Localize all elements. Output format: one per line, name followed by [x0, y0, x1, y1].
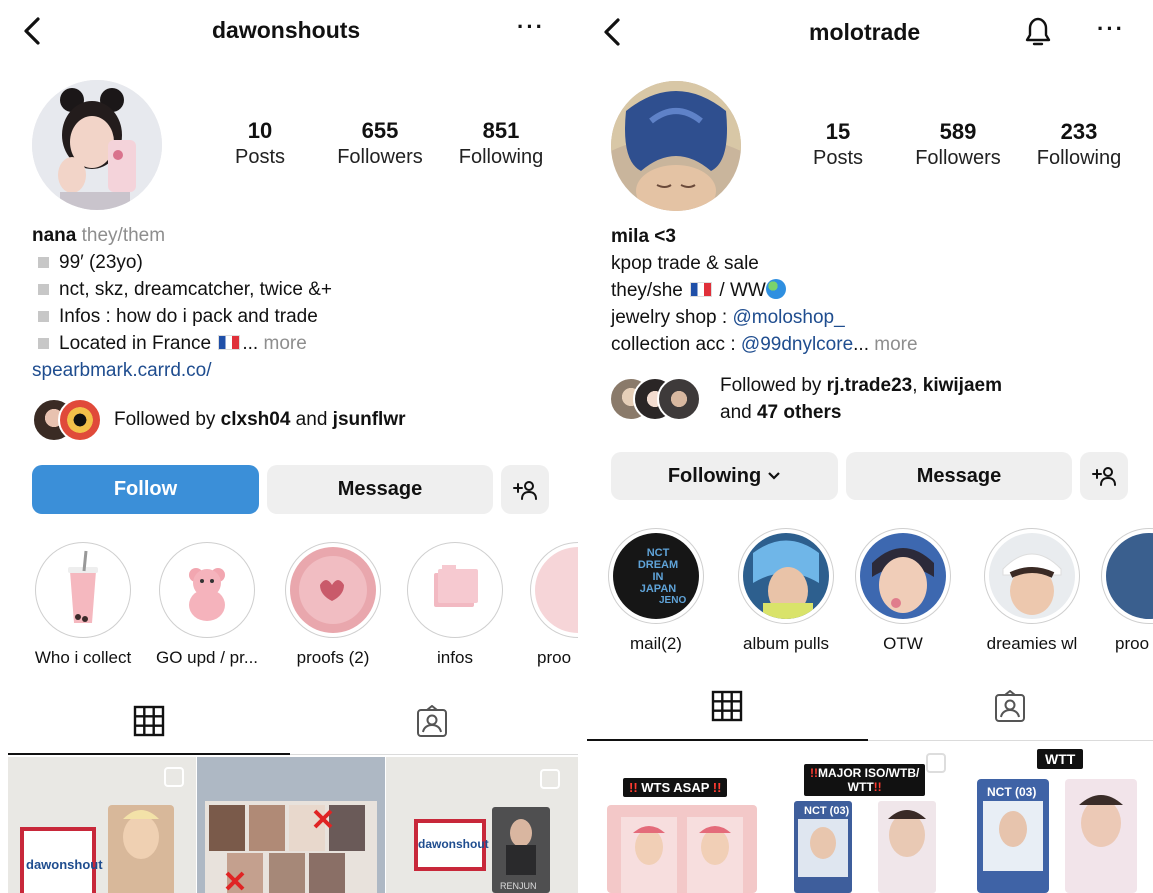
followed-by-text[interactable]: Followed by rj.trade23, kiwijaem and 47 … [720, 372, 1002, 426]
add-person-icon [513, 480, 537, 500]
pronouns: they/them [81, 225, 166, 246]
story-highlight[interactable]: infos [402, 542, 508, 668]
profile-panel-dawonshouts: dawonshouts ··· 10 Posts 655 Followers 8… [0, 0, 578, 893]
highlight-cover-album: NCT DREAM IN JAPAN JENO [613, 533, 699, 619]
suggest-people-button[interactable] [1080, 452, 1128, 500]
bullet-square-icon [38, 256, 49, 268]
highlight-cover-bubble-tea [40, 547, 126, 633]
france-flag-icon [690, 282, 713, 297]
story-highlight[interactable]: NCT DREAM IN JAPAN JENO mail(2) [608, 528, 704, 654]
multi-photo-icon [926, 753, 946, 773]
post-thumbnail[interactable]: NCT (03) !!MAJOR ISO/WTB/WTT!! [776, 743, 964, 893]
posts-count[interactable]: 15 Posts [773, 119, 903, 171]
back-arrow-icon[interactable] [20, 16, 44, 46]
following-count[interactable]: 851 Following [436, 118, 566, 170]
notifications-bell-icon[interactable] [1021, 14, 1055, 55]
follower-avatar[interactable] [657, 377, 701, 421]
follower-avatar[interactable] [58, 398, 102, 442]
post-thumbnail[interactable]: dawonshout RENJUN [386, 757, 578, 893]
profile-avatar[interactable] [32, 80, 162, 210]
story-highlight[interactable]: OTW [855, 528, 951, 654]
add-person-icon [1092, 467, 1116, 486]
grid-icon [133, 705, 165, 737]
highlight-cover-teddy-bear [164, 547, 250, 633]
grid-icon [711, 690, 743, 722]
highlight-cover-album-pulls [743, 533, 829, 619]
following-count[interactable]: 233 Following [1014, 119, 1144, 171]
story-highlight[interactable]: proo [1101, 528, 1153, 654]
message-button[interactable]: Message [267, 465, 493, 514]
story-highlight[interactable]: Who i collect [30, 542, 136, 668]
mention-99dnylcore-link[interactable]: @99dnylcore [741, 334, 853, 355]
back-arrow-icon[interactable] [600, 17, 624, 47]
more-options-icon[interactable]: ··· [517, 14, 545, 40]
story-highlight[interactable]: proo [530, 542, 578, 668]
grid-tab[interactable] [133, 705, 165, 742]
grid-tab[interactable] [711, 690, 743, 727]
globe-icon [765, 279, 786, 299]
display-name: mila <3 [611, 226, 676, 247]
tagged-tab[interactable] [993, 689, 1027, 729]
profile-bio: nana they/them 99′ (23yo) nct, skz, drea… [32, 225, 332, 381]
post-thumbnail[interactable]: dawonshout [8, 757, 196, 893]
post-thumbnail[interactable]: NCT (03) WTT [965, 743, 1153, 893]
display-name: nana [32, 225, 77, 246]
chevron-down-icon [768, 472, 780, 480]
france-flag-icon [218, 335, 241, 350]
story-highlight[interactable]: album pulls [731, 528, 841, 654]
posts-count[interactable]: 10 Posts [195, 118, 325, 170]
multi-photo-icon [540, 769, 560, 789]
highlight-cover [1106, 533, 1153, 619]
profile-panel-molotrade: molotrade ··· 15 Posts 589 Followers 233… [587, 0, 1153, 893]
tagged-person-icon [417, 704, 447, 737]
post-label-tag: WTT [1037, 749, 1084, 769]
profile-username-title: molotrade [809, 19, 921, 45]
more-options-icon[interactable]: ··· [1097, 16, 1125, 42]
followers-count[interactable]: 589 Followers [893, 119, 1023, 171]
bullet-square-icon [38, 310, 49, 322]
story-highlight[interactable]: dreamies wl [972, 528, 1092, 654]
following-dropdown-button[interactable]: Following [611, 452, 838, 500]
tagged-tab[interactable] [415, 704, 449, 744]
suggest-people-button[interactable] [501, 465, 549, 514]
post-thumbnail[interactable]: !! WTS ASAP !! [587, 743, 775, 893]
message-button[interactable]: Message [846, 452, 1072, 500]
bio-more-link[interactable]: more [264, 333, 307, 354]
post-thumbnail[interactable] [197, 757, 385, 893]
bio-website-link[interactable]: spearbmark.carrd.co/ [32, 360, 212, 381]
active-tab-indicator [8, 753, 290, 755]
bio-more-link[interactable]: more [874, 334, 917, 355]
post-label-tag: !! WTS ASAP !! [623, 778, 728, 797]
followers-count[interactable]: 655 Followers [315, 118, 445, 170]
post-label-tag: !!MAJOR ISO/WTB/WTT!! [804, 764, 926, 796]
active-tab-indicator [587, 739, 868, 741]
bullet-square-icon [38, 337, 49, 349]
story-highlight[interactable]: GO upd / pr... [152, 542, 262, 668]
highlight-cover-folders [412, 547, 498, 633]
profile-avatar[interactable] [611, 81, 741, 211]
highlight-cover-otw [860, 533, 946, 619]
mention-moloshop-link[interactable]: @moloshop_ [732, 307, 844, 328]
profile-bio: mila <3 kpop trade & sale they/she / WW … [611, 226, 918, 355]
profile-username-title: dawonshouts [212, 17, 361, 43]
story-highlight[interactable]: proofs (2) [280, 542, 386, 668]
multi-photo-icon [164, 767, 184, 787]
highlight-cover-smoothie [290, 547, 376, 633]
bullet-square-icon [38, 283, 49, 295]
highlight-cover [535, 547, 578, 633]
highlight-cover-dreamies [989, 533, 1075, 619]
followed-by-text[interactable]: Followed by clxsh04 and jsunflwr [114, 406, 406, 433]
tagged-person-icon [995, 689, 1025, 722]
follow-button[interactable]: Follow [32, 465, 259, 514]
